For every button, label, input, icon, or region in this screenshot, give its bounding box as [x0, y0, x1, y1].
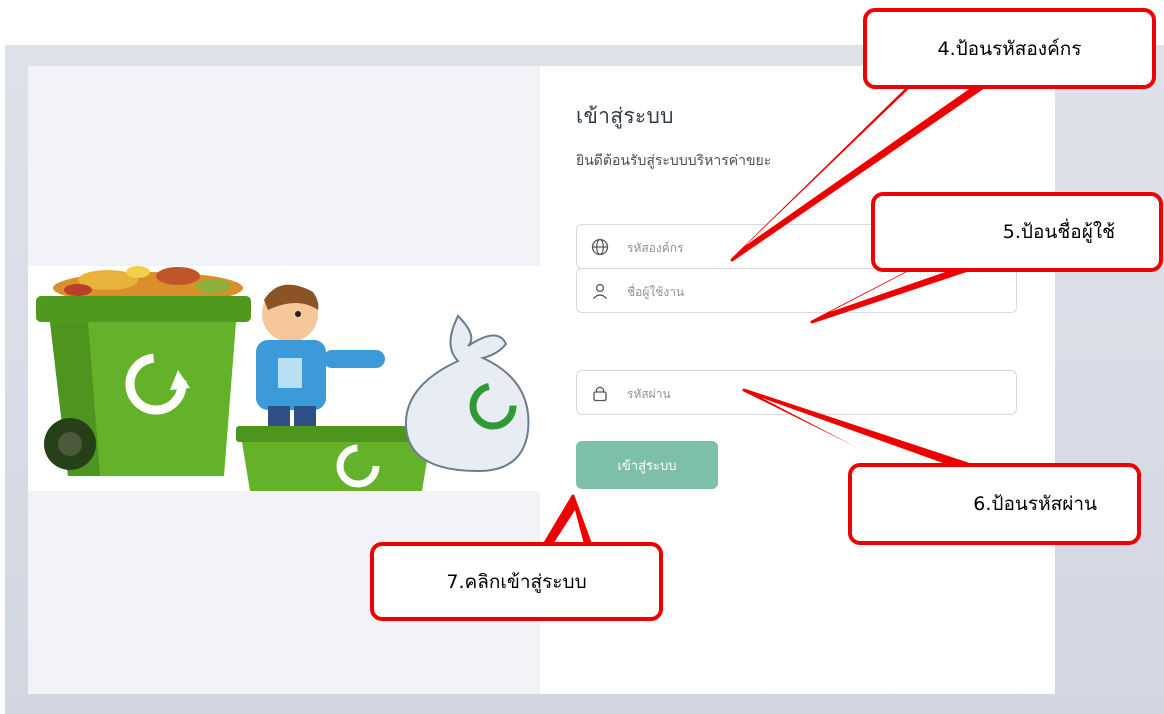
login-title: เข้าสู่ระบบ	[576, 104, 674, 128]
login-subtitle: ยินดีต้อนรับสู่ระบบบริหารค่าขยะ	[576, 153, 772, 169]
large-recycling-bin	[36, 296, 251, 476]
lock-icon	[593, 386, 607, 402]
password-input[interactable]	[625, 379, 1009, 409]
login-button[interactable]: เข้าสู่ระบบ	[576, 441, 718, 489]
globe-icon	[591, 238, 609, 256]
trash-bag	[404, 314, 530, 473]
user-icon	[593, 283, 607, 299]
small-recycling-bin	[236, 426, 436, 491]
callout-step-6: 6.ป้อนรหัสผ่าน	[848, 463, 1141, 545]
username-field[interactable]	[576, 268, 1017, 313]
callout-step-5: 5.ป้อนชื่อผู้ใช้	[871, 192, 1163, 272]
username-input[interactable]	[625, 277, 1009, 307]
password-field[interactable]	[576, 370, 1017, 415]
callout-step-7: 7.คลิกเข้าสู่ระบบ	[370, 542, 663, 621]
recycling-illustration	[28, 266, 543, 491]
callout-step-4: 4.ป้อนรหัสองค์กร	[863, 8, 1156, 89]
